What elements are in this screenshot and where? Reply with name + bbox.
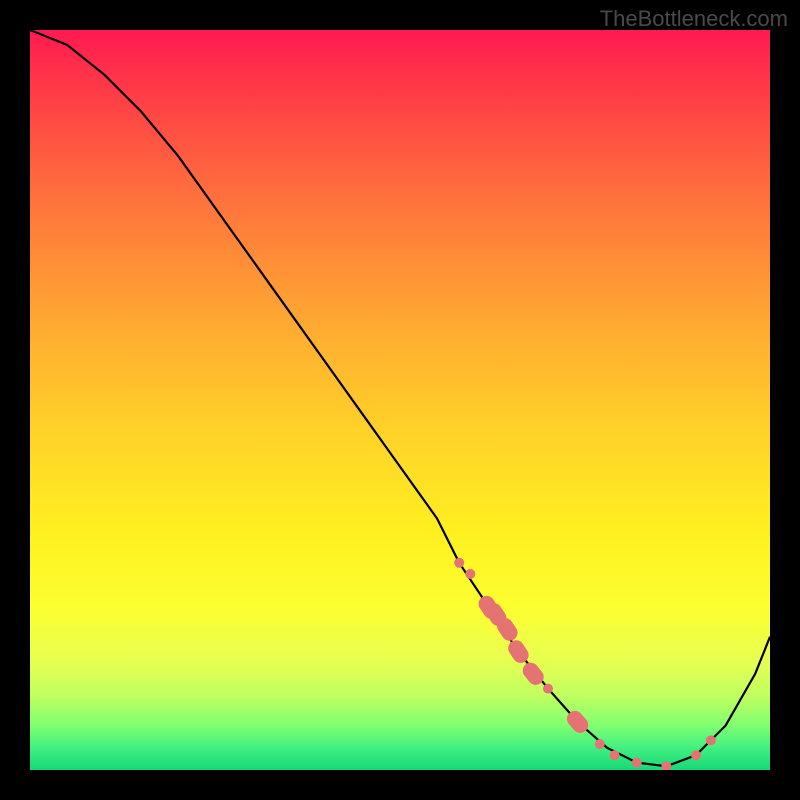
chart-marker	[454, 558, 464, 568]
chart-plot-area	[30, 30, 770, 770]
watermark-text: TheBottleneck.com	[600, 6, 788, 32]
chart-marker	[543, 684, 553, 694]
chart-marker	[610, 750, 620, 760]
chart-marker	[465, 569, 475, 579]
chart-marker	[595, 739, 605, 749]
chart-marker	[706, 735, 716, 745]
chart-marker	[691, 750, 701, 760]
chart-marker	[661, 761, 671, 770]
chart-markers	[454, 558, 716, 770]
chart-marker	[632, 758, 642, 768]
chart-overlay	[30, 30, 770, 770]
chart-curve	[30, 30, 770, 766]
